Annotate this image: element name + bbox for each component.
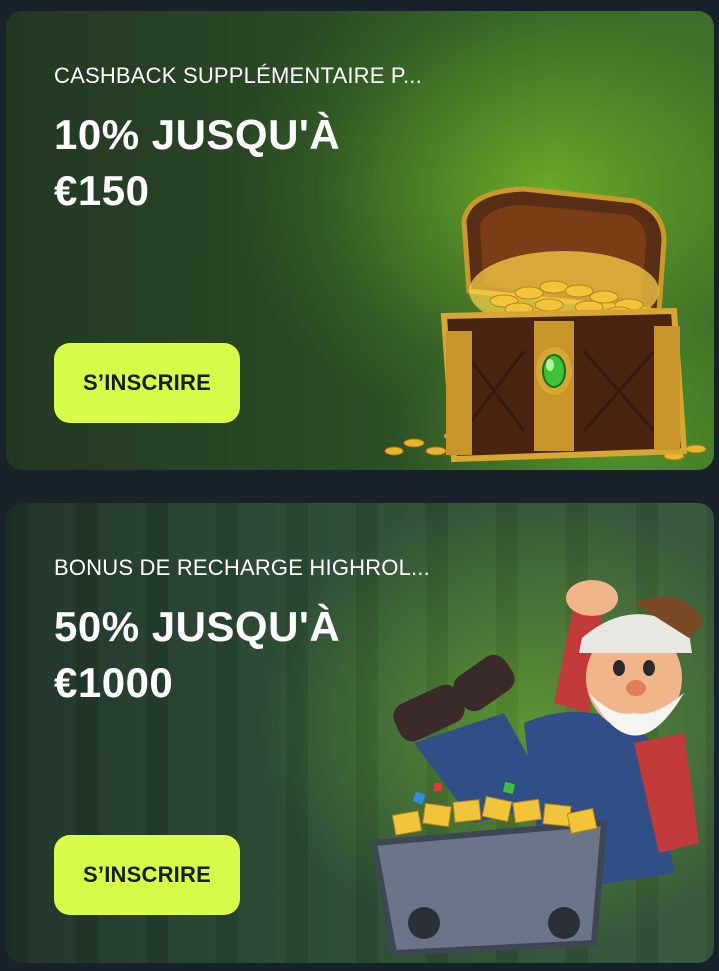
promo-subtitle: BONUS DE RECHARGE HIGHROL... [54, 555, 430, 580]
miner-with-gold-cart-illustration [370, 580, 704, 957]
promotions-page: CASHBACK SUPPLÉMENTAIRE P... 10% JUSQU'À… [0, 0, 719, 971]
promo-headline-line2: €1000 [54, 659, 174, 706]
promo-card-highroller-reload[interactable]: BONUS DE RECHARGE HIGHROL... 50% JUSQU'À… [6, 503, 714, 963]
promo-headline-line2: €150 [54, 167, 150, 214]
promo-card-cashback[interactable]: CASHBACK SUPPLÉMENTAIRE P... 10% JUSQU'À… [6, 11, 714, 470]
promo-headline: 50% JUSQU'À €1000 [54, 599, 340, 711]
promo-headline: 10% JUSQU'À €150 [54, 107, 340, 219]
treasure-chest-illustration [384, 186, 707, 463]
signup-button[interactable]: S’INSCRIRE [54, 343, 240, 423]
promo-subtitle: CASHBACK SUPPLÉMENTAIRE P... [54, 63, 422, 88]
signup-button[interactable]: S’INSCRIRE [54, 835, 240, 915]
promo-headline-line1: 50% JUSQU'À [54, 603, 341, 650]
promo-headline-line1: 10% JUSQU'À [54, 111, 341, 158]
